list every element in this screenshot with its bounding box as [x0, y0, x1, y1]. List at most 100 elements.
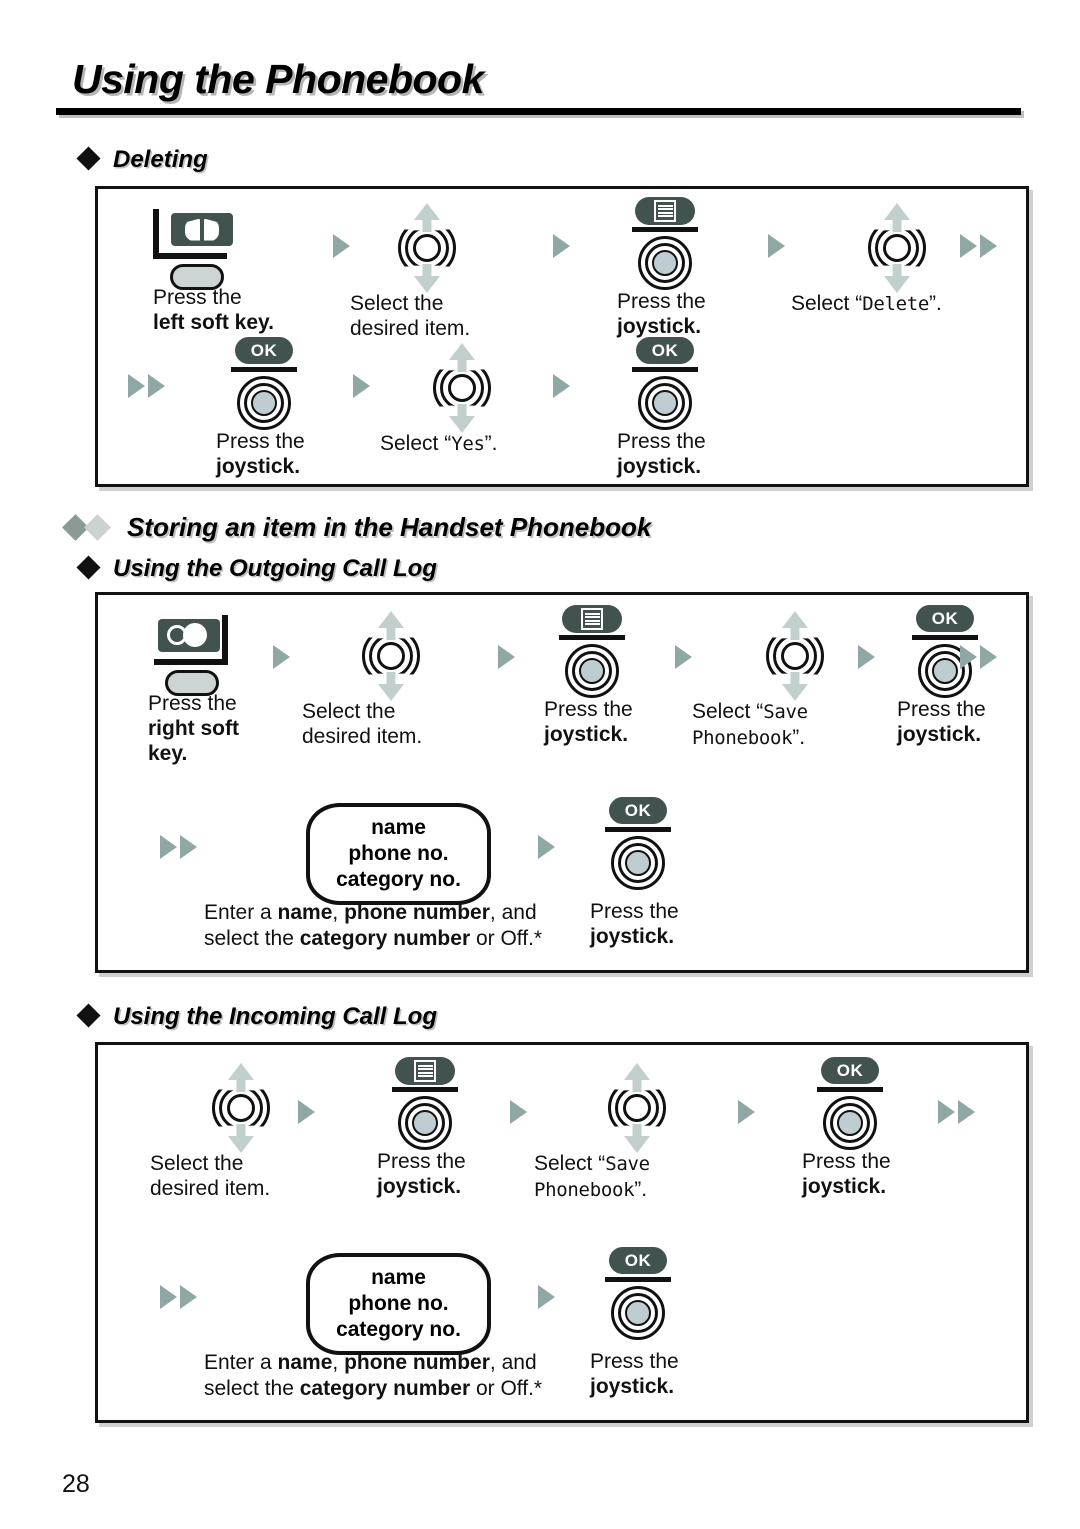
entry-line-phone: phone no. — [348, 842, 449, 865]
flow-arrow-icon — [128, 374, 165, 403]
step-caption: Press the joystick. — [590, 900, 679, 948]
step-select-desired-item: Select the desired item. — [302, 611, 428, 749]
press-joystick-menu-icon — [383, 1057, 467, 1150]
entry-instruction: Enter a name, phone number, and select t… — [204, 901, 543, 950]
option-phonebook: Phonebook — [692, 727, 793, 749]
flow-arrow-icon — [498, 645, 515, 674]
entry-line-category: category no. — [336, 868, 461, 891]
ok-badge-icon: OK — [235, 337, 293, 364]
right-soft-key-icon — [148, 613, 240, 696]
flow-arrow-icon — [960, 234, 997, 263]
ok-badge-icon: OK — [609, 1247, 667, 1274]
entry-line-name: name — [371, 1266, 426, 1289]
step-press-joystick-ok-2: OK Press the joystick. — [590, 797, 680, 949]
title-underline — [56, 108, 1021, 115]
press-joystick-ok-icon: OK — [623, 337, 707, 430]
step-caption: Press the right soft key. — [148, 692, 239, 765]
flow-arrow-icon — [538, 835, 555, 864]
entry-line-category: category no. — [336, 1318, 461, 1341]
page-number: 28 — [62, 1470, 90, 1498]
menu-lines-glyph — [654, 200, 676, 222]
ok-label: OK — [931, 608, 959, 628]
marker-diamond-light-icon — [84, 514, 111, 541]
step-caption: Press the joystick. — [216, 430, 305, 478]
step-press-joystick-ok-2: OK Press the joystick. — [590, 1247, 680, 1399]
press-joystick-menu-icon — [623, 197, 707, 290]
select-joystick-icon — [758, 611, 832, 701]
ok-label: OK — [624, 1250, 652, 1270]
step-press-joystick-menu: Press the joystick. — [617, 197, 707, 339]
step-select-save-phonebook: Select “Save Phonebook”. — [692, 611, 832, 751]
heading-deleting: Deleting — [113, 146, 208, 173]
flow-box-outgoing: Press the right soft key. Select the des… — [95, 592, 1029, 973]
soft-key-pill-icon — [170, 264, 224, 290]
heading-outgoing-call-log: Using the Outgoing Call Log — [113, 555, 437, 582]
ok-label: OK — [836, 1060, 864, 1080]
flow-arrow-icon — [160, 835, 197, 864]
step-select-desired-item: Select the desired item. — [350, 203, 470, 341]
option-delete: Delete — [862, 293, 930, 315]
flow-arrow-icon — [738, 1100, 755, 1129]
circle-filled-glyph — [183, 623, 207, 647]
step-press-joystick-menu: Press the joystick. — [377, 1057, 467, 1199]
step-press-joystick-ok-1: OK Press the joystick. — [216, 337, 306, 479]
step-caption: Press the joystick. — [377, 1150, 466, 1198]
left-soft-key-icon — [153, 207, 245, 290]
step-caption: Press the joystick. — [617, 290, 706, 338]
flow-arrow-icon — [510, 1100, 527, 1129]
phonebook-icon — [171, 213, 233, 246]
entry-instruction: Enter a name, phone number, and select t… — [204, 1351, 543, 1400]
call-log-icon — [158, 619, 220, 652]
open-book-glyph — [185, 219, 219, 241]
step-caption: Press the joystick. — [802, 1150, 891, 1198]
ok-badge-icon: OK — [609, 797, 667, 824]
flow-arrow-icon — [858, 645, 875, 674]
step-caption: Press the left soft key. — [153, 286, 274, 334]
step-press-joystick-ok-2: OK Press the joystick. — [617, 337, 707, 479]
select-joystick-icon — [390, 203, 464, 293]
step-caption: Select the desired item. — [350, 292, 471, 340]
select-joystick-icon — [354, 611, 428, 701]
step-caption: Select the desired item. — [150, 1152, 271, 1200]
flow-arrow-icon — [553, 234, 570, 263]
press-joystick-menu-icon — [550, 605, 634, 698]
flow-arrow-icon — [160, 1285, 197, 1314]
flow-arrow-icon — [675, 645, 692, 674]
step-caption: Select “Yes”. — [380, 432, 498, 455]
step-caption: Select “Delete”. — [791, 292, 942, 315]
menu-badge-icon — [395, 1057, 455, 1085]
flow-arrow-icon — [768, 234, 785, 263]
entry-line-phone: phone no. — [348, 1292, 449, 1315]
step-select-save-phonebook: Select “Save Phonebook”. — [534, 1063, 674, 1203]
page-title: Using the Phonebook — [72, 56, 484, 102]
option-save: Save — [605, 1153, 650, 1175]
flow-arrow-icon — [938, 1100, 975, 1129]
select-joystick-icon — [860, 203, 934, 293]
bullet-diamond-icon — [76, 555, 101, 580]
flow-arrow-icon — [353, 374, 370, 403]
step-select-delete: Select “Delete”. — [791, 203, 942, 317]
ok-label: OK — [651, 340, 679, 360]
select-joystick-icon — [600, 1063, 674, 1153]
flow-box-incoming: Select the desired item. Press the joyst… — [95, 1042, 1029, 1423]
soft-key-pill-icon — [165, 670, 219, 696]
option-yes: Yes — [451, 433, 485, 455]
press-joystick-ok-icon: OK — [596, 797, 680, 890]
flow-arrow-icon — [553, 374, 570, 403]
entry-fields-box: name phone no. category no. — [306, 803, 491, 905]
ok-label: OK — [250, 340, 278, 360]
ok-badge-icon: OK — [916, 605, 974, 632]
flow-arrow-icon — [960, 645, 997, 674]
step-caption: Select “Save Phonebook”. — [692, 700, 808, 749]
flow-box-deleting: Press the left soft key. Select the desi… — [95, 186, 1029, 487]
option-phonebook: Phonebook — [534, 1179, 635, 1201]
step-caption: Press the joystick. — [617, 430, 706, 478]
step-press-joystick-menu: Press the joystick. — [544, 605, 634, 747]
step-press-left-soft-key: Press the left soft key. — [153, 207, 274, 335]
step-press-joystick-ok-1: OK Press the joystick. — [802, 1057, 892, 1199]
step-select-yes: Select “Yes”. — [380, 343, 499, 457]
step-caption: Press the joystick. — [544, 698, 633, 746]
menu-lines-glyph — [581, 608, 603, 630]
ok-badge-icon: OK — [821, 1057, 879, 1084]
press-joystick-ok-icon: OK — [596, 1247, 680, 1340]
